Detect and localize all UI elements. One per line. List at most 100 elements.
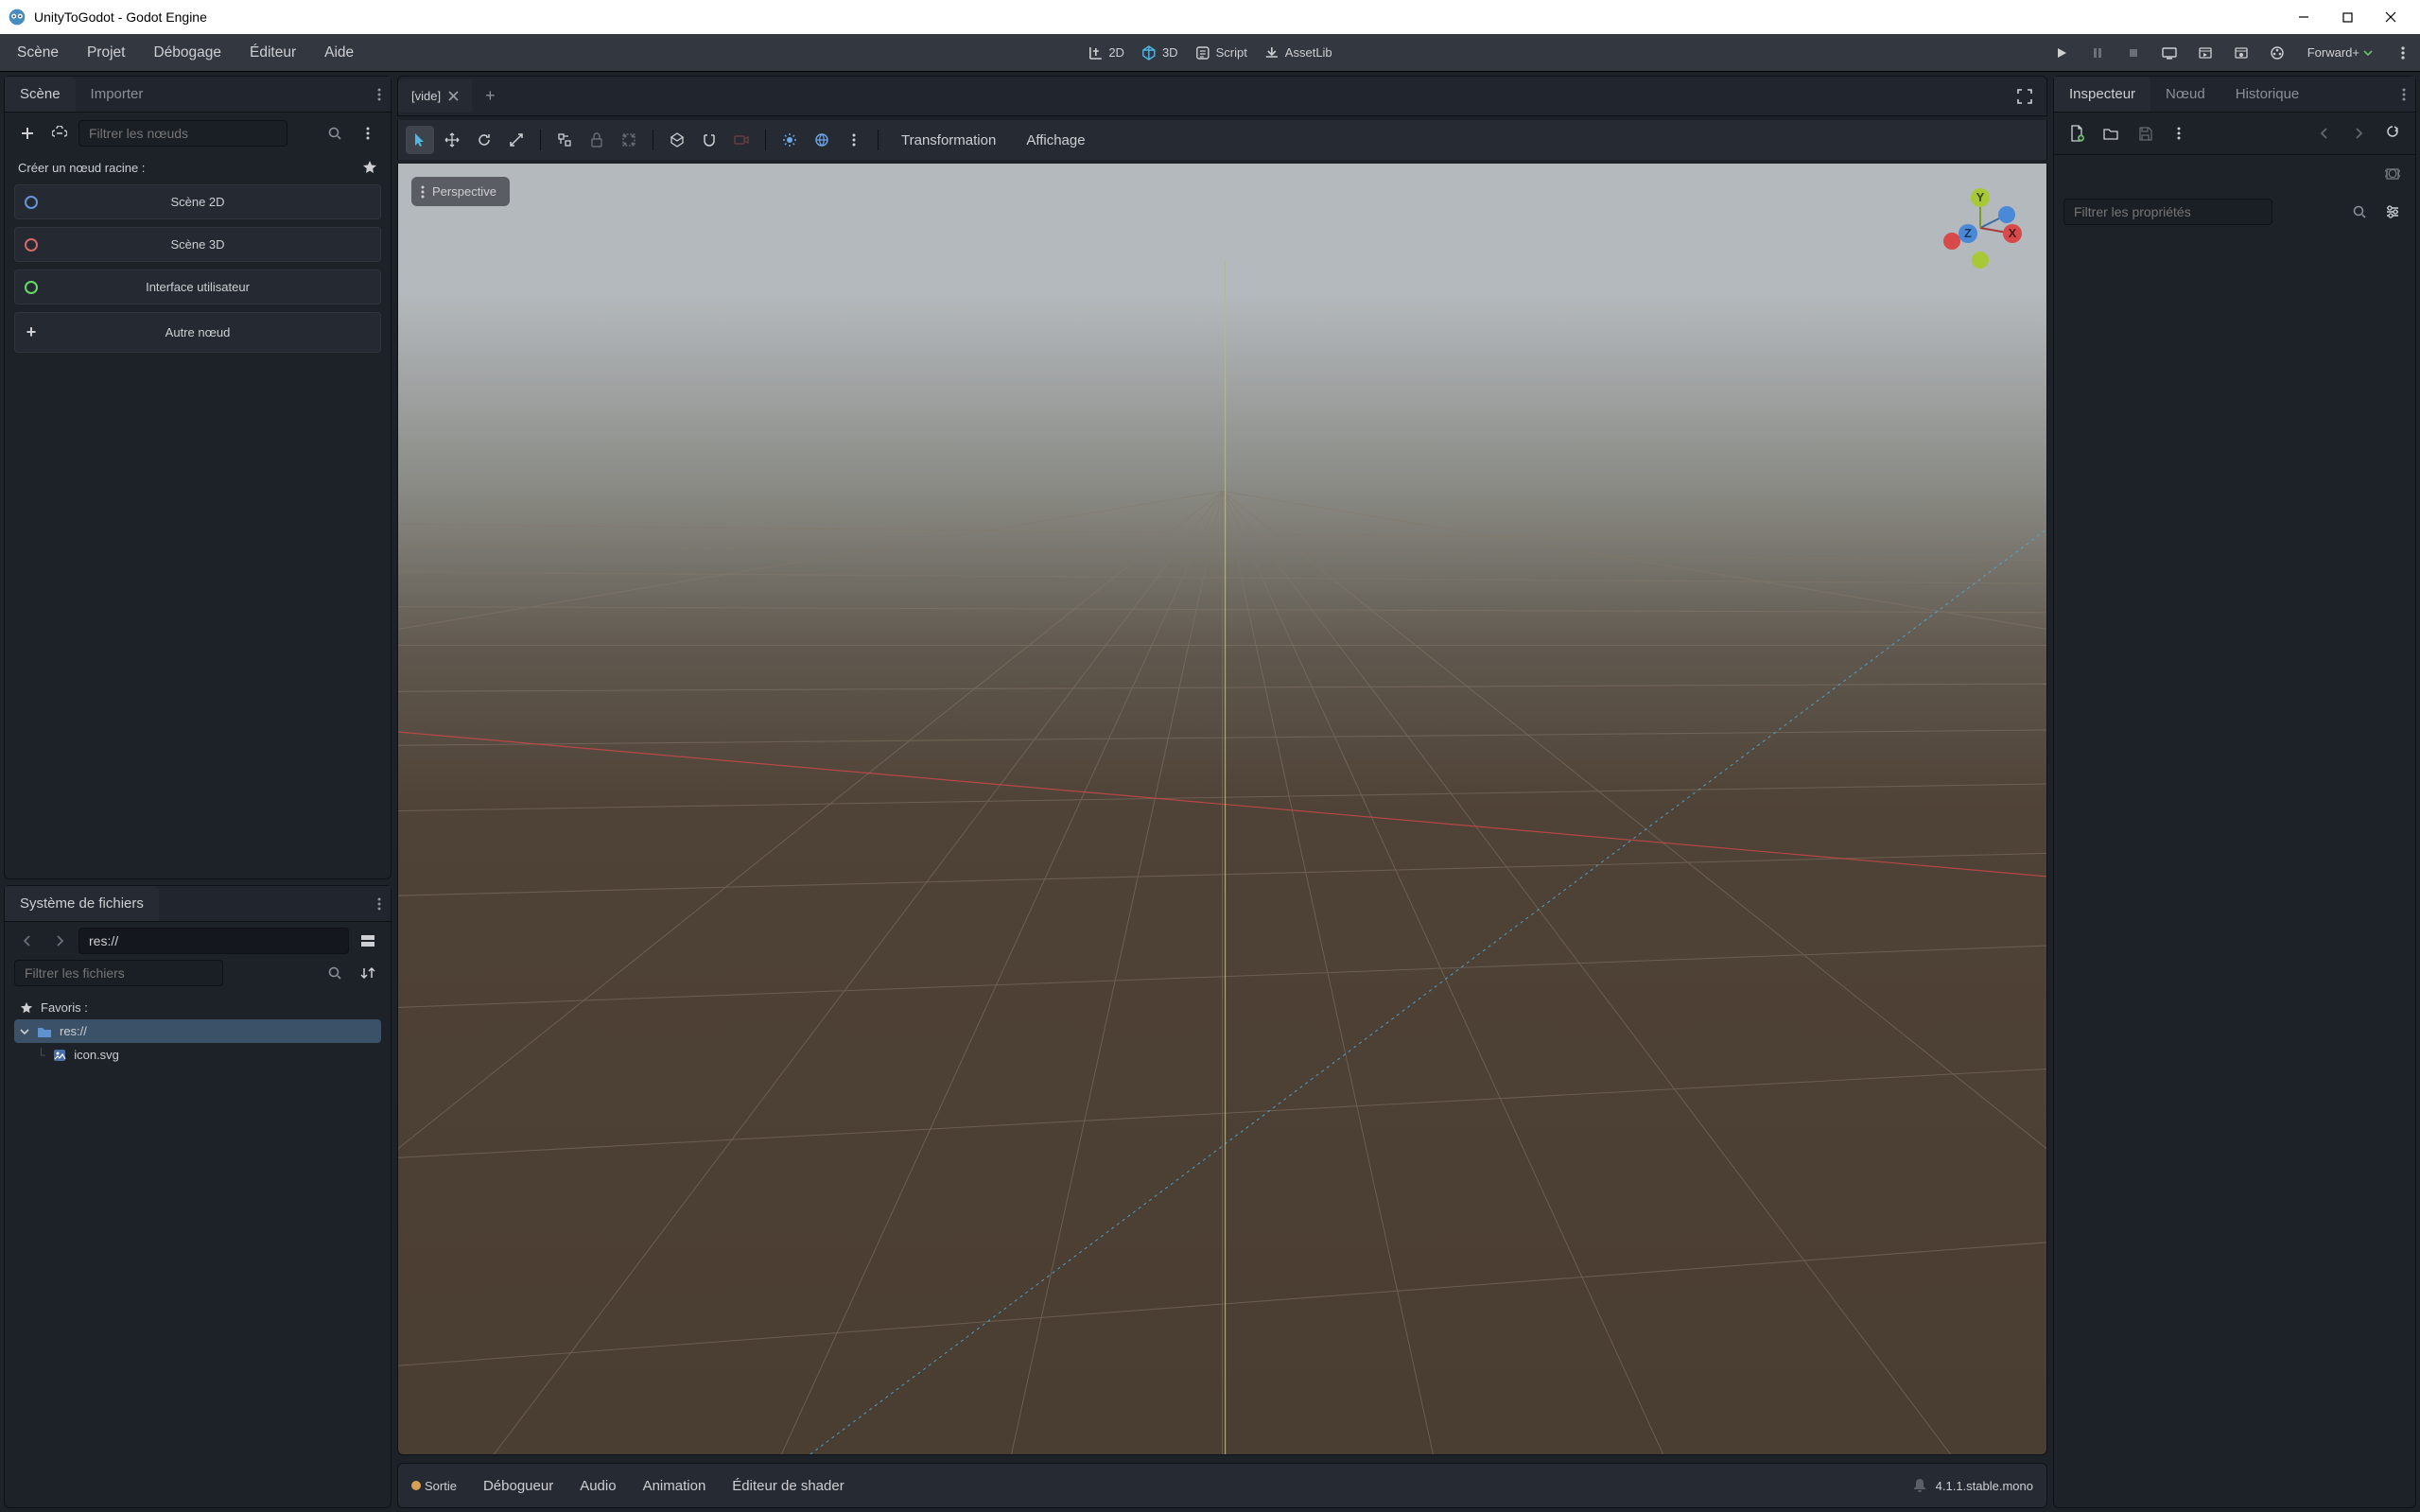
instance-scene-button[interactable] (46, 120, 73, 147)
menu-scene[interactable]: Scène (4, 39, 72, 67)
node-dock-tab[interactable]: Nœud (2150, 77, 2220, 112)
snap-button[interactable] (695, 126, 723, 154)
fs-filter-input[interactable] (14, 960, 223, 986)
load-resource-button[interactable] (2098, 120, 2124, 147)
favorite-star-icon[interactable] (362, 160, 377, 175)
new-resource-button[interactable] (2063, 120, 2090, 147)
scene-tab-empty[interactable]: [vide] (398, 79, 472, 113)
scene-tree-options-icon[interactable] (355, 120, 381, 147)
manage-object-button[interactable]: DOC (2379, 161, 2406, 187)
fs-root-folder[interactable]: res:// (14, 1019, 381, 1043)
group-button[interactable] (615, 126, 643, 154)
image-file-icon (53, 1049, 66, 1062)
pause-button[interactable] (2084, 40, 2111, 66)
dots-vertical-icon (421, 185, 425, 199)
perspective-menu[interactable]: Perspective (411, 177, 510, 206)
lock-button[interactable] (583, 126, 611, 154)
scene-panel-options-icon[interactable] (368, 82, 391, 107)
inspector-dock-tab[interactable]: Inspecteur (2054, 77, 2150, 112)
movie-maker-button[interactable] (2264, 40, 2290, 66)
play-scene-button[interactable] (2192, 40, 2219, 66)
workspace-assetlib-tab[interactable]: AssetLib (1264, 45, 1332, 61)
scene-dock-tab[interactable]: Scène (5, 77, 76, 112)
audio-tab[interactable]: Audio (580, 1478, 616, 1494)
create-ui-button[interactable]: Interface utilisateur (14, 269, 381, 304)
play-custom-scene-button[interactable] (2228, 40, 2255, 66)
sun-env-settings-button[interactable] (840, 126, 868, 154)
display-menu[interactable]: Affichage (1013, 127, 1098, 154)
animation-tab[interactable]: Animation (643, 1478, 706, 1494)
run-remote-button[interactable] (2156, 40, 2183, 66)
sun-preview-button[interactable] (775, 126, 804, 154)
search-icon (2353, 205, 2366, 218)
shader-editor-tab[interactable]: Éditeur de shader (732, 1478, 844, 1494)
inspector-panel-options-icon[interactable] (2393, 82, 2415, 107)
create-other-node-button[interactable]: +Autre nœud (14, 312, 381, 353)
open-docs-button[interactable] (2379, 120, 2406, 147)
fs-path-input[interactable]: res:// (78, 928, 349, 954)
fs-favorites-header[interactable]: Favoris : (14, 996, 381, 1019)
output-tab[interactable]: Sortie (411, 1478, 457, 1494)
viewport-toolbar: Transformation Affichage (397, 120, 2047, 160)
add-node-button[interactable] (14, 120, 41, 147)
inspector-settings-button[interactable] (2379, 199, 2406, 225)
window-maximize-button[interactable] (2325, 0, 2369, 34)
fs-back-button[interactable] (14, 928, 41, 954)
play-project-button[interactable] (2048, 40, 2075, 66)
scale-mode-button[interactable] (502, 126, 531, 154)
window-close-button[interactable] (2369, 0, 2412, 34)
import-dock-tab[interactable]: Importer (76, 77, 159, 112)
menubar: Scène Projet Débogage Éditeur Aide 2D 3D… (0, 34, 2420, 72)
create-root-label: Créer un nœud racine : (5, 154, 391, 181)
close-icon[interactable] (448, 91, 459, 101)
fs-file-item[interactable]: └icon.svg (14, 1043, 381, 1067)
menu-project[interactable]: Projet (74, 39, 139, 67)
history-dock-tab[interactable]: Historique (2220, 77, 2315, 112)
fs-forward-button[interactable] (46, 928, 73, 954)
filesystem-dock-tab[interactable]: Système de fichiers (5, 886, 159, 921)
scene-tabs: [vide] + (397, 76, 2047, 116)
history-next-button[interactable] (2345, 120, 2372, 147)
3d-viewport[interactable]: Perspective X Y Z (397, 164, 2047, 1455)
stop-button[interactable] (2120, 40, 2147, 66)
notification-bell-icon[interactable] (1913, 1478, 1926, 1493)
window-title: UnityToGodot - Godot Engine (34, 9, 2282, 25)
transform-menu[interactable]: Transformation (888, 127, 1009, 154)
debugger-tab[interactable]: Débogueur (483, 1478, 553, 1494)
window-minimize-button[interactable] (2282, 0, 2325, 34)
select-mode-button[interactable] (406, 126, 434, 154)
renderer-selector[interactable]: Forward+ (2300, 45, 2380, 60)
history-prev-button[interactable] (2311, 120, 2338, 147)
workspace-3d-tab[interactable]: 3D (1141, 45, 1178, 61)
menu-debug[interactable]: Débogage (140, 39, 235, 67)
snap-options-button[interactable] (550, 126, 579, 154)
godot-icon (8, 8, 26, 26)
new-scene-tab-button[interactable]: + (472, 77, 509, 115)
menu-help[interactable]: Aide (311, 39, 367, 67)
menu-editor[interactable]: Éditeur (236, 39, 309, 67)
environment-preview-button[interactable] (808, 126, 836, 154)
scene-filter-input[interactable] (78, 120, 287, 147)
rotate-mode-button[interactable] (470, 126, 498, 154)
workspace-script-tab[interactable]: Script (1195, 45, 1247, 61)
fs-view-mode-button[interactable] (355, 928, 381, 954)
svg-text:Z: Z (1964, 226, 1972, 240)
svg-text:DOC: DOC (2385, 167, 2400, 181)
camera-override-button[interactable] (727, 126, 756, 154)
move-mode-button[interactable] (438, 126, 466, 154)
menubar-more-icon[interactable] (2390, 40, 2416, 66)
local-space-button[interactable] (663, 126, 691, 154)
inspector-filter-input[interactable] (2063, 199, 2272, 225)
fs-sort-button[interactable] (355, 960, 381, 986)
chevron-down-icon (20, 1027, 29, 1036)
create-3d-scene-button[interactable]: Scène 3D (14, 227, 381, 262)
orientation-gizmo[interactable]: X Y Z (1933, 181, 2028, 275)
workspace-2d-tab[interactable]: 2D (1088, 45, 1124, 61)
search-icon (328, 966, 341, 980)
create-2d-scene-button[interactable]: Scène 2D (14, 184, 381, 219)
filesystem-panel-options-icon[interactable] (368, 892, 391, 916)
scene-panel: Scène Importer Créer un nœud racine : Sc… (4, 76, 392, 879)
save-resource-button[interactable] (2132, 120, 2158, 147)
distraction-free-button[interactable] (2003, 80, 2046, 113)
resource-extra-button[interactable] (2166, 120, 2192, 147)
